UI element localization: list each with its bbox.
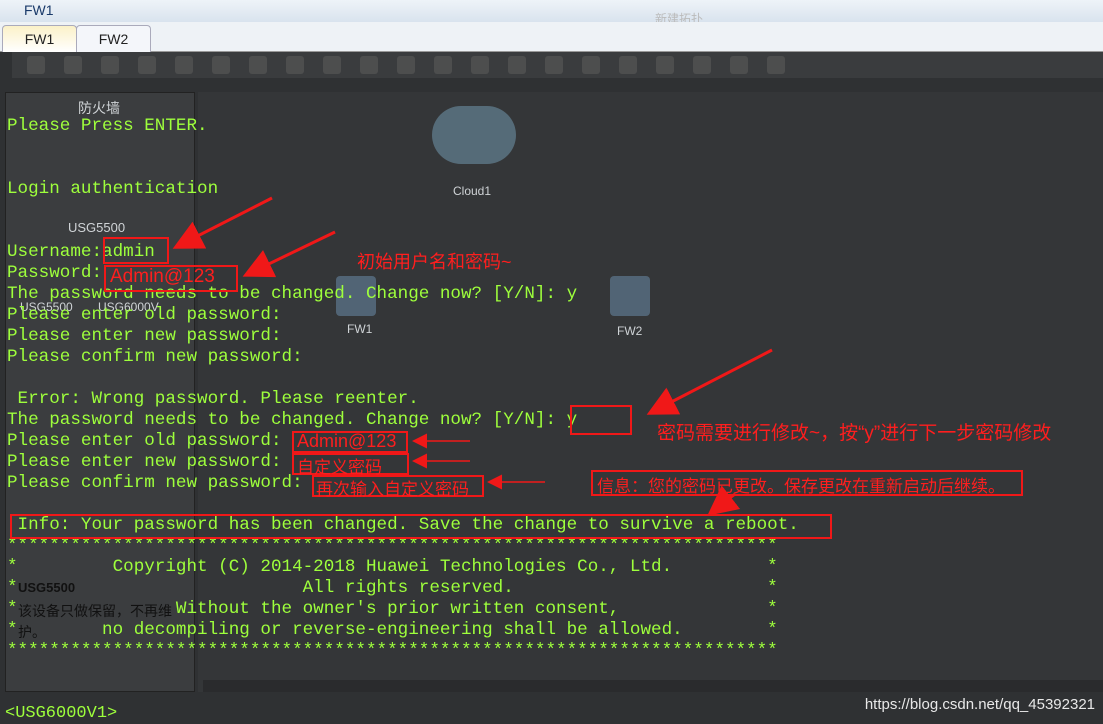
- watermark: https://blog.csdn.net/qq_45392321: [864, 696, 1095, 713]
- annotation-arrows: [172, 196, 773, 516]
- arrows: [172, 196, 773, 516]
